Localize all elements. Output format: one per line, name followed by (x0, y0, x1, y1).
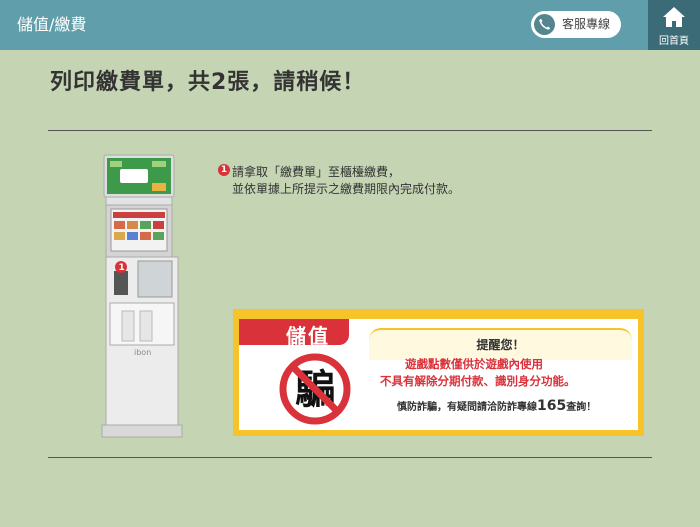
hotline-number: 165 (537, 398, 567, 414)
anti-fraud-warning-banner: 儲值 提醒您！ 騙 遊戲點數僅供於遊戲內使用 不具有解除分期付款、識別身分功能。… (233, 309, 644, 436)
home-label: 回首頁 (659, 36, 689, 47)
banner-tab: 儲值 (239, 319, 349, 348)
instruction-line-1: 請拿取「繳費單」至櫃檯繳費， (232, 165, 401, 179)
warning-line-3-pre: 慎防詐騙，有疑問請洽防詐專線 (397, 402, 537, 413)
warning-line-1: 遊戲點數僅供於遊戲內使用 (405, 357, 543, 371)
remind-text: 提醒您！ (476, 338, 525, 352)
svg-text:ibon: ibon (134, 348, 151, 357)
page-header-title: 儲值/繳費 (17, 15, 87, 34)
banner-panel: 儲值 提醒您！ 騙 遊戲點數僅供於遊戲內使用 不具有解除分期付款、識別身分功能。… (239, 319, 638, 430)
warning-line-3-post: 查詢！ (566, 402, 597, 413)
svg-text:1: 1 (119, 263, 125, 273)
header-bar: 儲值/繳費 客服專線 回首頁 (0, 0, 700, 50)
step-number-badge: 1 (218, 164, 230, 176)
page-title: 列印繳費單，共2張，請稍候！ (50, 70, 366, 95)
top-divider (48, 130, 652, 131)
warning-line-3: 慎防詐騙，有疑問請洽防詐專線165查詢！ (397, 398, 596, 414)
customer-service-label: 客服專線 (562, 17, 611, 31)
no-scam-icon: 騙 (277, 351, 353, 427)
home-icon (663, 7, 685, 27)
warning-line-2: 不具有解除分期付款、識別身分功能。 (380, 374, 576, 388)
phone-icon (534, 14, 555, 35)
home-button[interactable]: 回首頁 (648, 0, 700, 50)
ibon-kiosk-illustration: ibon 1 (100, 153, 186, 439)
instruction-line-2: 並依單據上所提示之繳費期限內完成付款。 (232, 182, 461, 196)
bottom-divider (48, 457, 652, 458)
customer-service-button[interactable]: 客服專線 (531, 11, 621, 38)
banner-tab-label: 儲值 (286, 324, 330, 348)
